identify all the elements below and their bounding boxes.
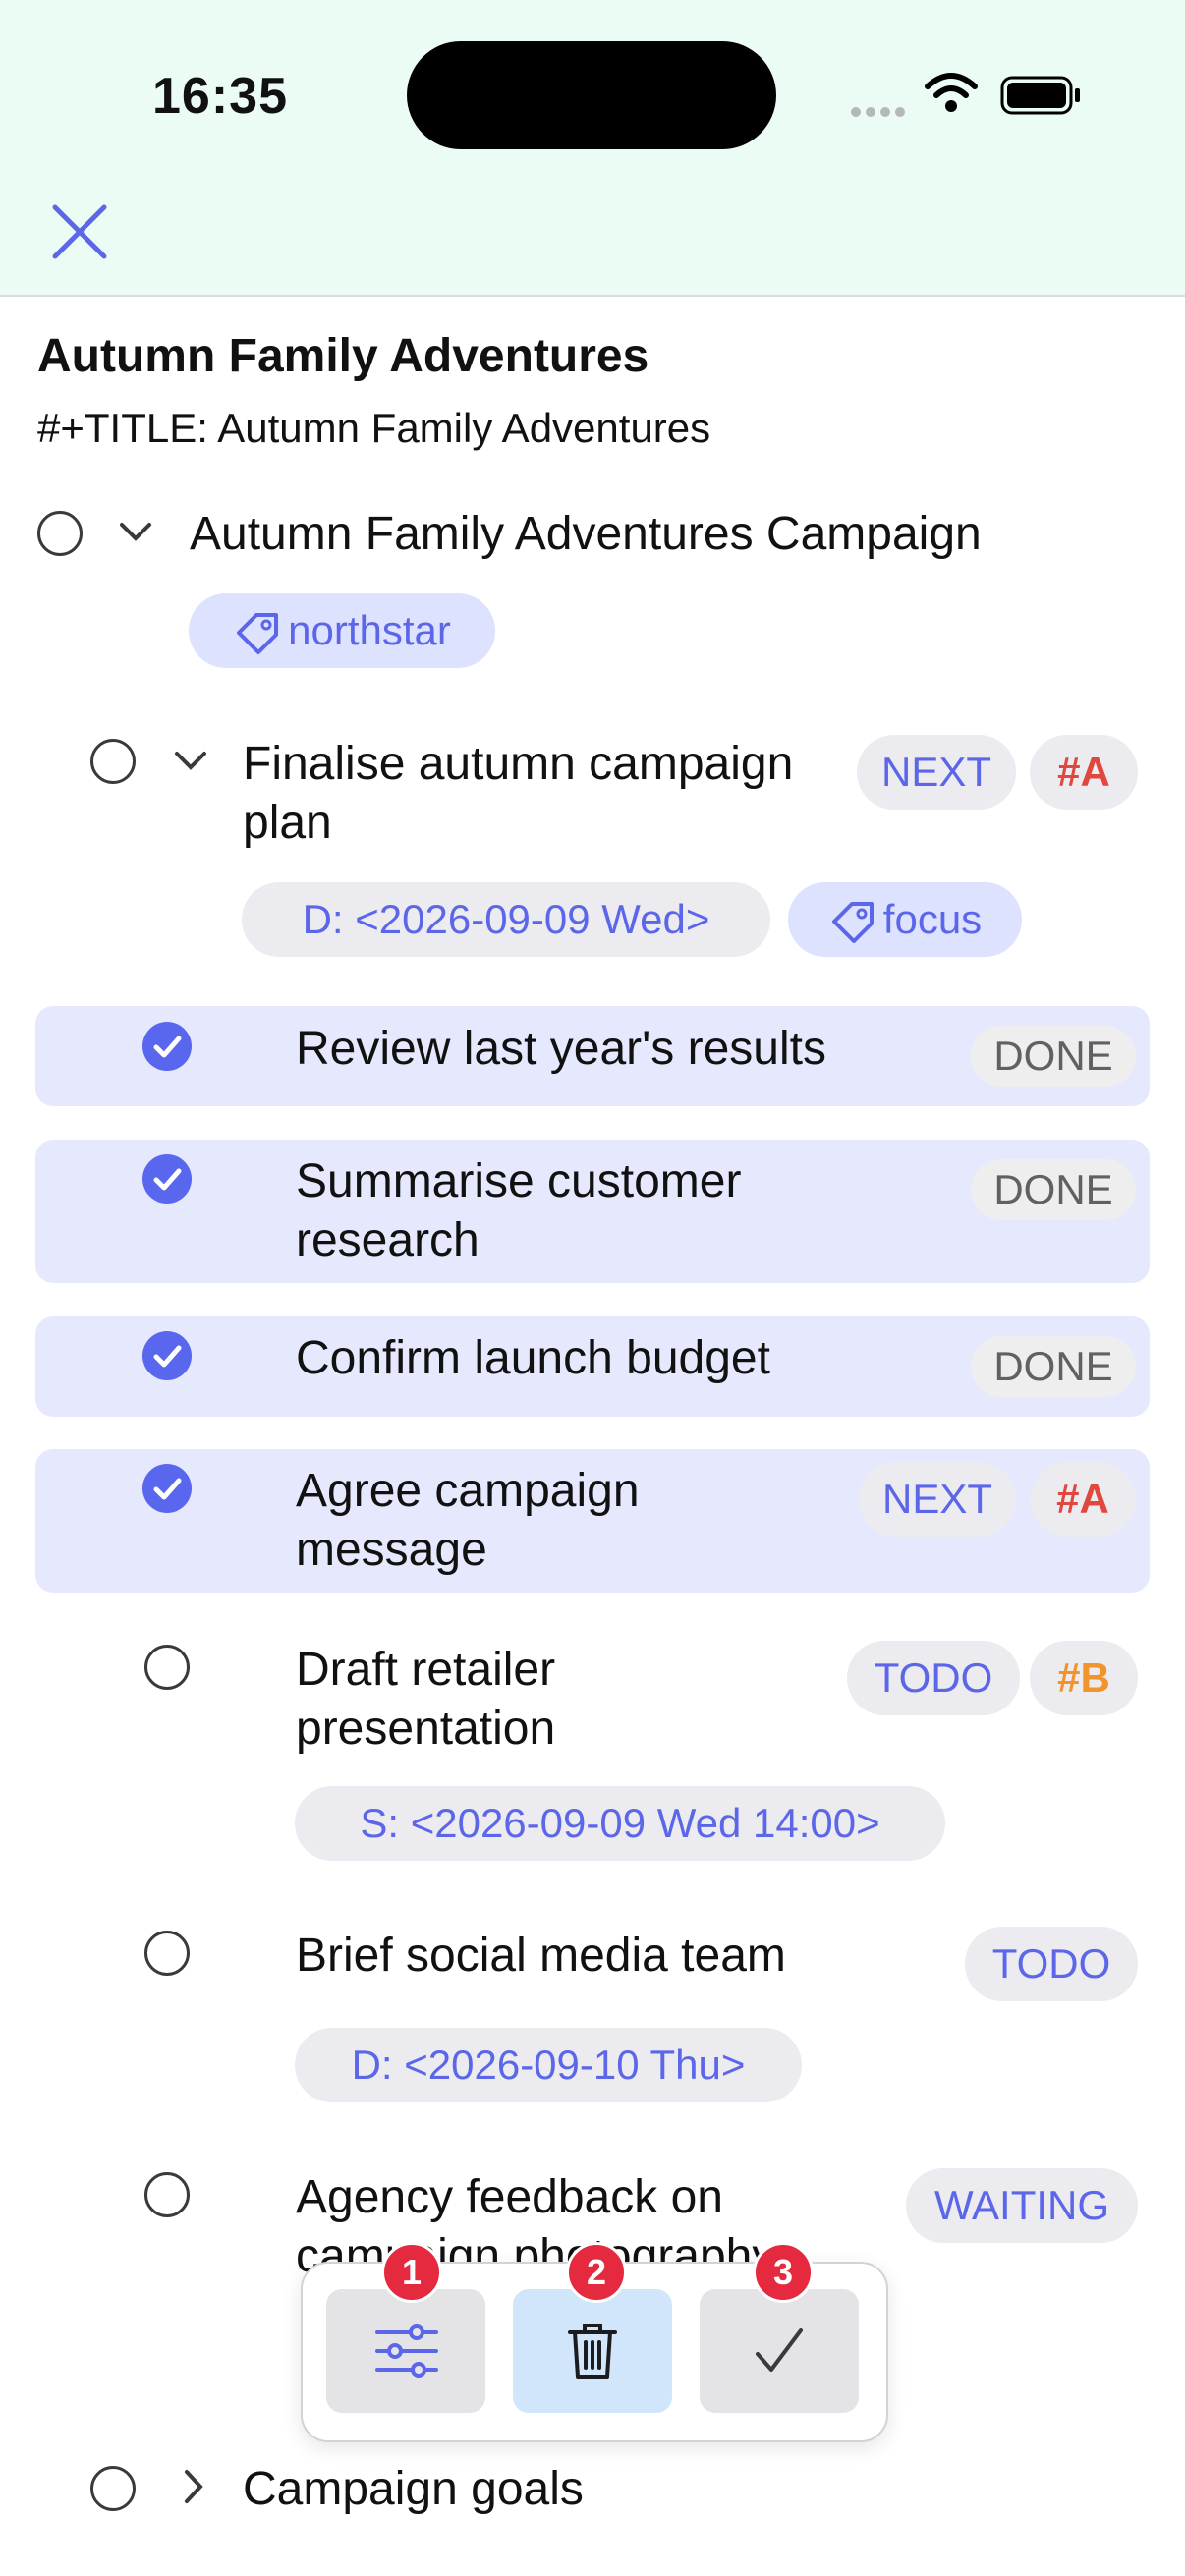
keyword-badge[interactable]: DONE: [971, 1336, 1136, 1397]
tag-pill[interactable]: northstar: [189, 593, 495, 668]
item-text-line1[interactable]: Agency feedback on: [296, 2168, 723, 2227]
keyword-badge[interactable]: DONE: [971, 1159, 1136, 1220]
chevron-down-icon[interactable]: [173, 748, 208, 773]
item-text-line1[interactable]: Agree campaign: [296, 1462, 640, 1521]
keyword-badge[interactable]: TODO: [965, 1927, 1138, 2001]
checkbox-circle[interactable]: [144, 1931, 190, 1976]
item-text-line1[interactable]: Draft retailer: [296, 1641, 555, 1700]
checkbox-circle[interactable]: [144, 2172, 190, 2217]
sliders-icon: [375, 2324, 438, 2378]
document-title: Autumn Family Adventures: [37, 330, 649, 382]
item-text-line1[interactable]: Summarise customer: [296, 1152, 741, 1211]
tag-label: northstar: [288, 607, 451, 653]
wifi-icon: [925, 73, 978, 112]
checked-circle-icon[interactable]: [142, 1154, 192, 1204]
tag-label: focus: [882, 896, 983, 942]
item-text[interactable]: Confirm launch budget: [296, 1329, 770, 1388]
step-badge: 2: [566, 2242, 627, 2303]
heading-text-line2[interactable]: plan: [243, 794, 332, 853]
close-icon[interactable]: [49, 201, 110, 262]
deadline-pill[interactable]: D: <2026-09-10 Thu>: [295, 2028, 802, 2102]
keyword-badge[interactable]: NEXT: [859, 1462, 1016, 1537]
item-text[interactable]: Brief social media team: [296, 1927, 786, 1986]
keyword-badge[interactable]: NEXT: [857, 735, 1016, 810]
tag-icon: [237, 612, 279, 654]
checkbox-circle[interactable]: [37, 511, 83, 556]
dynamic-island: [407, 41, 776, 149]
signal-icon: [851, 104, 910, 122]
delete-button[interactable]: [513, 2289, 672, 2413]
deadline-pill[interactable]: D: <2026-09-09 Wed>: [242, 882, 770, 957]
battery-icon: [1000, 76, 1080, 115]
trash-icon: [568, 2324, 617, 2379]
item-text[interactable]: Review last year's results: [296, 1020, 826, 1079]
tag-pill[interactable]: focus: [788, 882, 1022, 957]
filter-button[interactable]: [326, 2289, 485, 2413]
checked-circle-icon[interactable]: [142, 1331, 192, 1380]
step-badge: 3: [753, 2242, 814, 2303]
step-badge: 1: [381, 2242, 442, 2303]
priority-badge[interactable]: #A: [1030, 1462, 1136, 1537]
chevron-down-icon[interactable]: [118, 519, 153, 544]
checkmark-icon: [756, 2328, 803, 2372]
tag-icon: [831, 901, 874, 943]
item-text-line2[interactable]: message: [296, 1521, 487, 1580]
checkbox-circle[interactable]: [90, 2466, 136, 2511]
keyword-badge[interactable]: TODO: [847, 1641, 1020, 1715]
checkbox-circle[interactable]: [144, 1645, 190, 1690]
complete-button[interactable]: [700, 2289, 859, 2413]
priority-badge[interactable]: #B: [1030, 1641, 1138, 1715]
checkbox-circle[interactable]: [90, 739, 136, 784]
keyword-badge[interactable]: DONE: [971, 1026, 1136, 1087]
status-time: 16:35: [152, 68, 288, 125]
file-title-line: #+TITLE: Autumn Family Adventures: [37, 405, 711, 451]
heading-text[interactable]: Autumn Family Adventures Campaign: [190, 505, 982, 564]
chevron-right-icon[interactable]: [181, 2468, 206, 2505]
header-bar: 16:35: [0, 0, 1185, 297]
priority-badge[interactable]: #A: [1030, 735, 1138, 810]
keyword-badge[interactable]: WAITING: [906, 2168, 1138, 2243]
checked-circle-icon[interactable]: [142, 1464, 192, 1513]
heading-text-line1[interactable]: Finalise autumn campaign: [243, 735, 793, 794]
checked-circle-icon[interactable]: [142, 1022, 192, 1071]
item-text-line2[interactable]: presentation: [296, 1700, 555, 1759]
floating-toolbar: 1 2 3: [301, 2242, 888, 2442]
heading-text[interactable]: Campaign goals: [243, 2460, 584, 2519]
scheduled-pill[interactable]: S: <2026-09-09 Wed 14:00>: [295, 1786, 945, 1861]
item-text-line2[interactable]: research: [296, 1211, 480, 1270]
